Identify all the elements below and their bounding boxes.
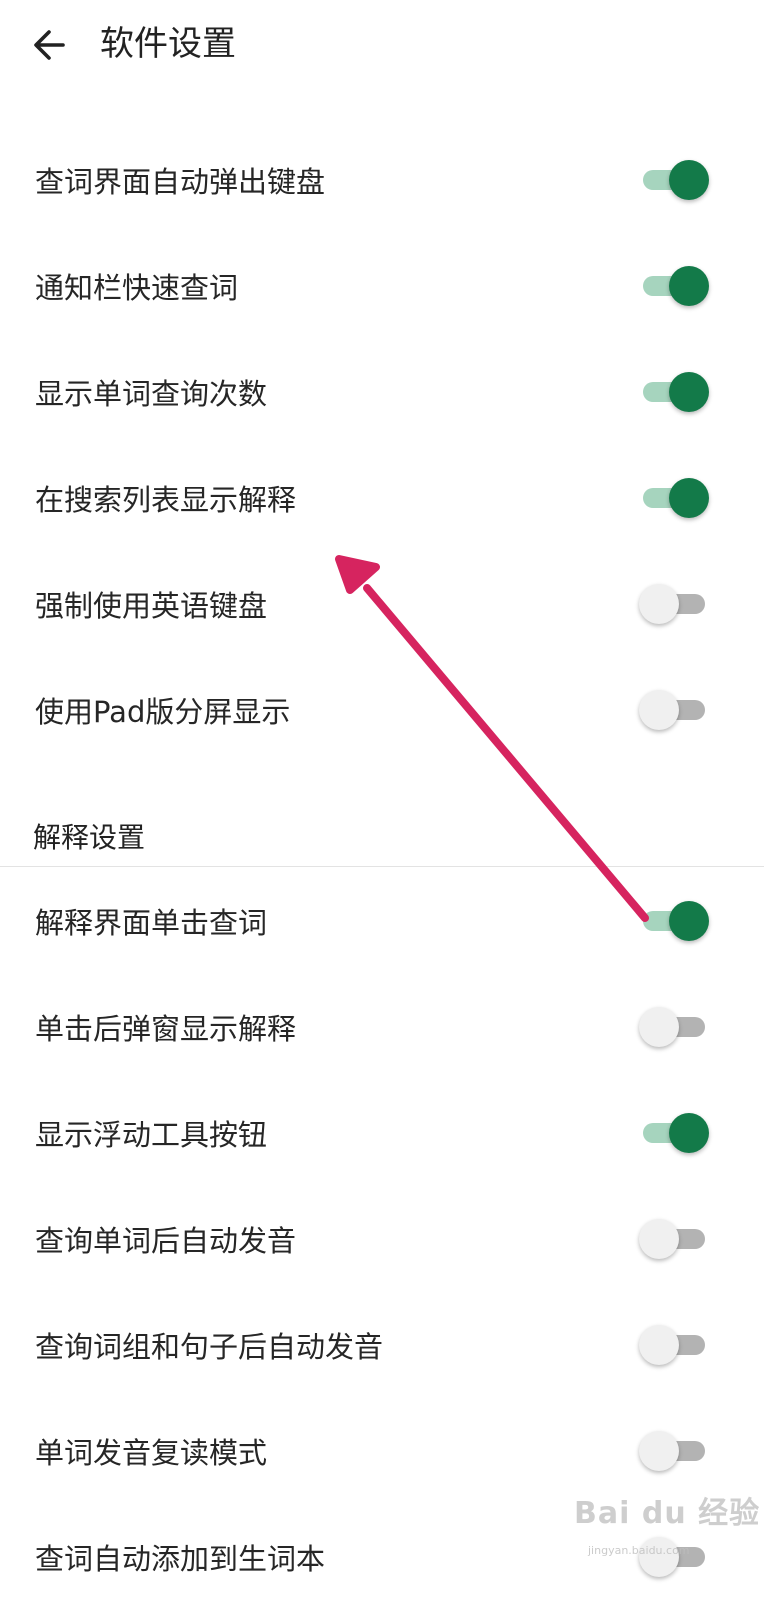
switch-thumb <box>669 901 709 941</box>
switch-thumb <box>669 1113 709 1153</box>
app-header: 软件设置 <box>0 0 764 92</box>
switch-thumb <box>669 160 709 200</box>
back-button[interactable] <box>22 18 76 72</box>
toggle-switch[interactable] <box>639 1323 709 1367</box>
setting-label: 查询单词后自动发音 <box>35 1224 297 1258</box>
toggle-switch[interactable] <box>639 582 709 626</box>
toggle-switch[interactable] <box>639 476 709 520</box>
switch-thumb <box>639 1219 679 1259</box>
toggle-switch[interactable] <box>639 158 709 202</box>
setting-row-word-auto-pronounce[interactable]: 查询单词后自动发音 <box>0 1186 764 1292</box>
setting-label: 查词界面自动弹出键盘 <box>35 165 326 199</box>
toggle-switch[interactable] <box>639 1217 709 1261</box>
setting-row-lookup-count[interactable]: 显示单词查询次数 <box>0 339 764 445</box>
setting-label: 单词发音复读模式 <box>35 1436 268 1470</box>
toggle-switch[interactable] <box>639 899 709 943</box>
setting-row-tap-lookup[interactable]: 解释界面单击查词 <box>0 868 764 974</box>
setting-label: 查询词组和句子后自动发音 <box>35 1330 384 1364</box>
watermark-url: jingyan.baidu.com <box>588 1544 690 1557</box>
switch-thumb <box>669 372 709 412</box>
section-header-explain-settings: 解释设置 <box>0 800 764 867</box>
setting-row-search-list-explain[interactable]: 在搜索列表显示解释 <box>0 445 764 551</box>
watermark-logo: Bai du 经验 <box>574 1496 761 1531</box>
setting-label: 解释界面单击查词 <box>35 906 268 940</box>
setting-row-pad-split-screen[interactable]: 使用Pad版分屏显示 <box>0 657 764 763</box>
toggle-switch[interactable] <box>639 264 709 308</box>
baidu-jingyan-watermark: Bai du 经验 jingyan.baidu.com <box>574 1488 759 1578</box>
setting-label: 在搜索列表显示解释 <box>35 483 297 517</box>
switch-thumb <box>639 1325 679 1365</box>
setting-label: 使用Pad版分屏显示 <box>35 695 291 729</box>
toggle-switch[interactable] <box>639 688 709 732</box>
toggle-switch[interactable] <box>639 370 709 414</box>
switch-thumb <box>639 1431 679 1471</box>
setting-row-phrase-auto-pronounce[interactable]: 查询词组和句子后自动发音 <box>0 1292 764 1398</box>
page-title: 软件设置 <box>100 24 236 64</box>
setting-row-auto-keyboard[interactable]: 查词界面自动弹出键盘 <box>0 127 764 233</box>
setting-label: 显示浮动工具按钮 <box>35 1118 268 1152</box>
setting-row-floating-tool-button[interactable]: 显示浮动工具按钮 <box>0 1080 764 1186</box>
toggle-switch[interactable] <box>639 1429 709 1473</box>
section-title: 解释设置 <box>33 821 146 854</box>
setting-row-notification-lookup[interactable]: 通知栏快速查词 <box>0 233 764 339</box>
setting-label: 查词自动添加到生词本 <box>35 1542 326 1576</box>
setting-row-popup-explain[interactable]: 单击后弹窗显示解释 <box>0 974 764 1080</box>
toggle-switch[interactable] <box>639 1005 709 1049</box>
switch-thumb <box>639 1007 679 1047</box>
setting-label: 通知栏快速查词 <box>35 271 239 305</box>
setting-label: 显示单词查询次数 <box>35 377 268 411</box>
switch-thumb <box>669 266 709 306</box>
setting-label: 强制使用英语键盘 <box>35 589 268 623</box>
switch-thumb <box>669 478 709 518</box>
toggle-switch[interactable] <box>639 1111 709 1155</box>
switch-thumb <box>639 690 679 730</box>
setting-label: 单击后弹窗显示解释 <box>35 1012 297 1046</box>
switch-thumb <box>639 584 679 624</box>
arrow-left-icon <box>34 30 65 60</box>
setting-row-force-english-keyboard[interactable]: 强制使用英语键盘 <box>0 551 764 657</box>
